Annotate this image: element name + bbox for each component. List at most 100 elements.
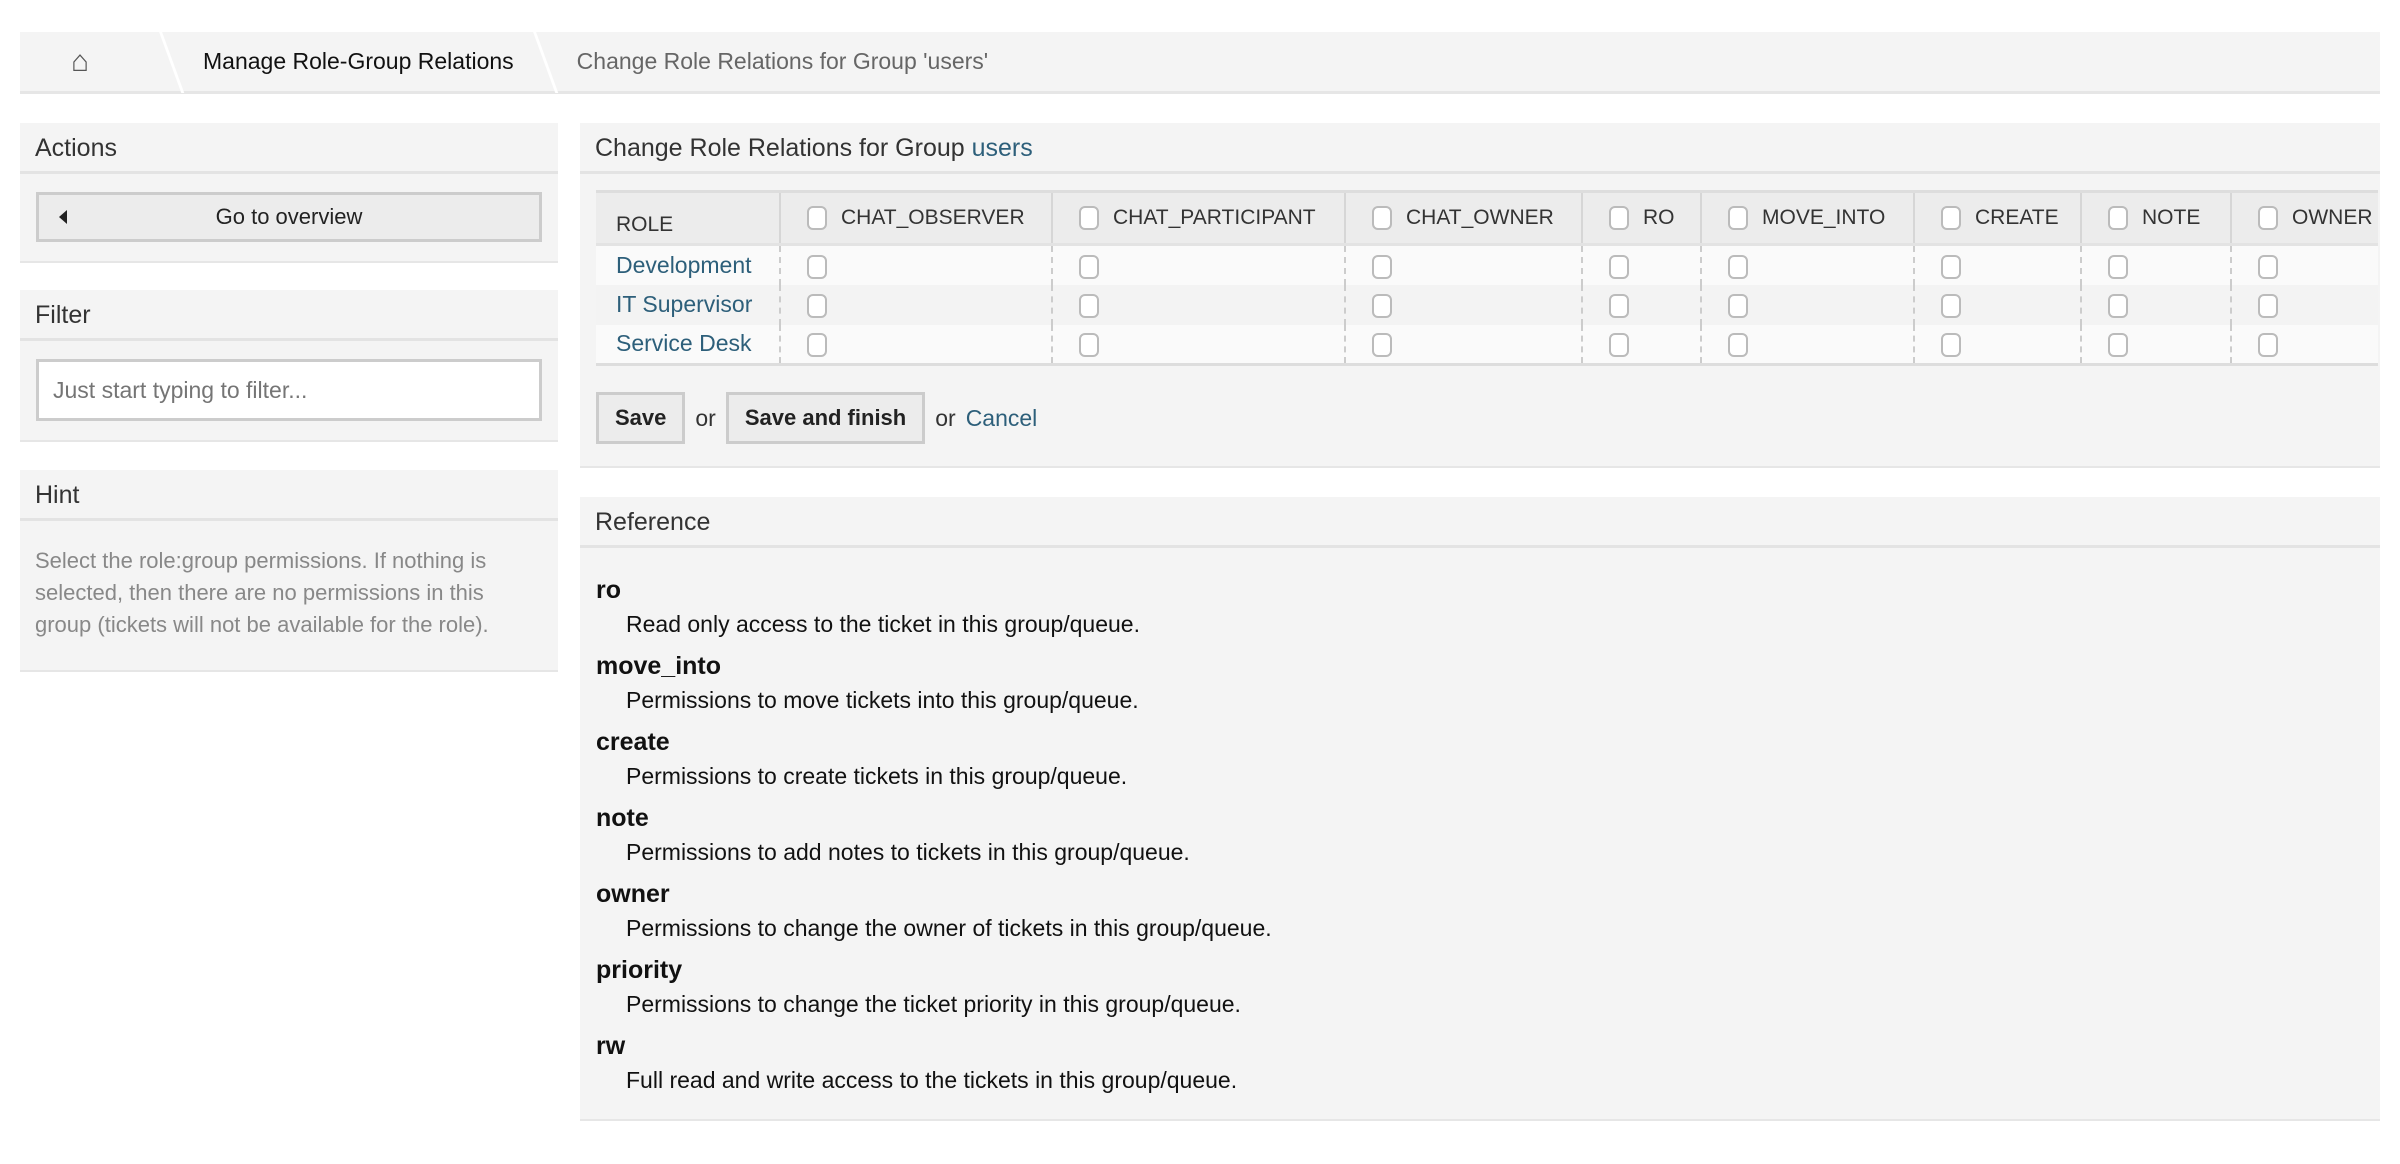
select-all-checkbox[interactable]	[1372, 206, 1392, 231]
reference-term: create	[596, 728, 670, 756]
save-and-finish-button[interactable]: Save and finish	[725, 392, 926, 444]
permission-cell	[1344, 324, 1582, 365]
reference-description: Full read and write access to the ticket…	[626, 1067, 1238, 1093]
permission-cell	[1581, 244, 1701, 285]
cancel-link[interactable]: Cancel	[966, 405, 1038, 432]
breadcrumb: ⌂ Manage Role-Group Relations Change Rol…	[20, 30, 2380, 94]
permission-checkbox[interactable]	[1372, 333, 1392, 358]
role-link[interactable]: IT Supervisor	[616, 291, 752, 317]
table-row: Development	[596, 244, 2378, 285]
permission-cell	[2080, 284, 2231, 325]
actions-title: Actions	[20, 123, 558, 174]
permission-checkbox[interactable]	[1372, 254, 1392, 279]
column-header-create: CREATE	[1913, 191, 2081, 246]
permission-checkbox[interactable]	[807, 293, 827, 318]
hint-title: Hint	[20, 470, 558, 521]
save-button[interactable]: Save	[596, 392, 686, 444]
filter-panel: Filter	[20, 290, 558, 442]
home-icon[interactable]: ⌂	[20, 45, 140, 79]
role-header: ROLE	[596, 191, 780, 246]
reference-description: Permissions to move tickets into this gr…	[626, 687, 1139, 713]
permission-checkbox[interactable]	[2258, 254, 2278, 279]
permission-checkbox[interactable]	[1941, 254, 1961, 279]
reference-term: note	[596, 804, 649, 832]
permission-cell	[1051, 324, 1345, 365]
reference-description: Permissions to change the owner of ticke…	[626, 915, 1272, 941]
caret-left-icon	[59, 210, 67, 224]
permission-cell	[1344, 284, 1582, 325]
permission-cell	[1700, 284, 1914, 325]
role-link[interactable]: Development	[616, 252, 752, 278]
permission-checkbox[interactable]	[807, 333, 827, 358]
reference-description: Permissions to create tickets in this gr…	[626, 763, 1128, 789]
relations-panel: Change Role Relations for Group users RO…	[580, 123, 2380, 468]
select-all-checkbox[interactable]	[1079, 206, 1099, 231]
column-header-ro: RO	[1581, 191, 1701, 246]
select-all-checkbox[interactable]	[2108, 206, 2128, 231]
column-label: CHAT_OWNER	[1406, 205, 1554, 229]
select-all-checkbox[interactable]	[2258, 206, 2278, 231]
reference-description: Read only access to the ticket in this g…	[626, 611, 1140, 637]
permission-checkbox[interactable]	[2108, 333, 2128, 358]
permission-checkbox[interactable]	[1079, 293, 1099, 318]
reference-panel: Reference ro Read only access to the tick…	[580, 497, 2380, 1121]
permission-checkbox[interactable]	[2258, 333, 2278, 358]
reference-description: Permissions to change the ticket priorit…	[626, 991, 1241, 1017]
or-text: or	[695, 404, 716, 431]
breadcrumb-manage-role-group[interactable]: Manage Role-Group Relations	[203, 48, 514, 75]
column-header-chat_participant: CHAT_PARTICIPANT	[1051, 191, 1345, 246]
reference-description: Permissions to add notes to tickets in t…	[626, 839, 1190, 865]
permission-checkbox[interactable]	[1609, 293, 1629, 318]
permission-cell	[779, 324, 1052, 365]
title-text: Change Role Relations for Group	[595, 134, 972, 162]
column-header-move_into: MOVE_INTO	[1700, 191, 1914, 246]
hint-panel: Hint Select the role:group permissions. …	[20, 470, 558, 672]
role-link[interactable]: Service Desk	[616, 330, 751, 356]
hint-text: Select the role:group permissions. If no…	[35, 548, 489, 637]
permission-checkbox[interactable]	[1372, 293, 1392, 318]
permission-checkbox[interactable]	[807, 254, 827, 279]
permission-cell	[1913, 324, 2081, 365]
permission-checkbox[interactable]	[1941, 293, 1961, 318]
group-link[interactable]: users	[972, 134, 1033, 162]
reference-title: Reference	[580, 497, 2380, 548]
reference-term: rw	[596, 1032, 626, 1060]
select-all-checkbox[interactable]	[1728, 206, 1748, 231]
permission-checkbox[interactable]	[2108, 293, 2128, 318]
select-all-checkbox[interactable]	[1941, 206, 1961, 231]
column-label: CHAT_PARTICIPANT	[1113, 205, 1316, 229]
permission-checkbox[interactable]	[1728, 333, 1748, 358]
permission-checkbox[interactable]	[1609, 254, 1629, 279]
reference-term: ro	[596, 576, 621, 604]
permission-cell	[1051, 284, 1345, 325]
filter-title: Filter	[20, 290, 558, 341]
permission-cell	[1581, 324, 1701, 365]
permission-checkbox[interactable]	[1079, 254, 1099, 279]
select-all-checkbox[interactable]	[807, 206, 827, 231]
permission-checkbox[interactable]	[1728, 254, 1748, 279]
permission-checkbox[interactable]	[1079, 333, 1099, 358]
filter-input[interactable]	[36, 359, 542, 421]
select-all-checkbox[interactable]	[1609, 206, 1629, 231]
actions-panel: Actions Go to overview	[20, 123, 558, 263]
or-text: or	[935, 404, 956, 431]
permission-checkbox[interactable]	[1728, 293, 1748, 318]
permission-cell	[2230, 284, 2378, 325]
permission-cell	[1913, 244, 2081, 285]
go-to-overview-button[interactable]: Go to overview	[36, 192, 542, 242]
permission-cell	[1581, 284, 1701, 325]
column-header-owner: OWNER	[2230, 191, 2378, 246]
column-header-chat_owner: CHAT_OWNER	[1344, 191, 1582, 246]
role-cell: Service Desk	[596, 325, 780, 365]
permission-checkbox[interactable]	[2108, 254, 2128, 279]
breadcrumb-separator	[158, 30, 185, 93]
permission-checkbox[interactable]	[1609, 333, 1629, 358]
permission-checkbox[interactable]	[1941, 333, 1961, 358]
column-label: CHAT_OBSERVER	[841, 205, 1025, 229]
permission-checkbox[interactable]	[2258, 293, 2278, 318]
permission-cell	[779, 244, 1052, 285]
permission-cell	[779, 284, 1052, 325]
permission-cell	[2080, 324, 2231, 365]
permission-cell	[1913, 284, 2081, 325]
permission-cell	[2230, 324, 2378, 365]
